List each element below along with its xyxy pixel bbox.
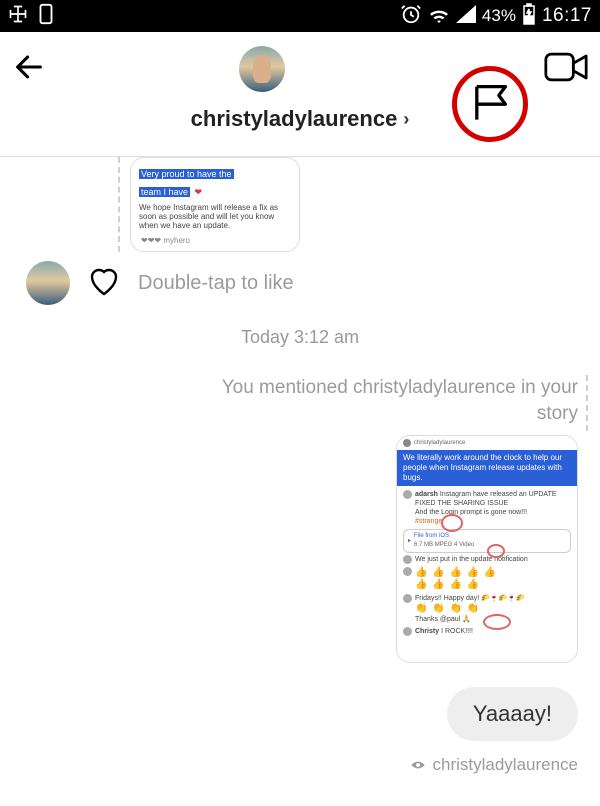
mention-indicator-line	[586, 375, 588, 431]
highlight-circle	[452, 66, 528, 142]
like-hint-text: Double-tap to like	[138, 272, 294, 295]
timestamp-label: Today 3:12 am	[0, 327, 600, 348]
battery-percent: 43%	[482, 6, 516, 26]
dm-header: christyladylaurence ›	[0, 32, 600, 157]
slack-icon	[8, 4, 28, 29]
battery-icon	[522, 3, 536, 30]
clock-time: 16:17	[542, 5, 592, 27]
story-mention-thumbnail[interactable]: christyladylaurence We literally work ar…	[396, 435, 578, 663]
signal-icon	[456, 5, 476, 28]
username-text: christyladylaurence	[191, 106, 398, 132]
wifi-icon	[428, 5, 450, 28]
back-button[interactable]	[12, 50, 46, 89]
device-icon	[38, 3, 54, 30]
story-reply-thumbnail[interactable]: Very proud to have the team I have ❤ We …	[130, 157, 300, 252]
mention-label: You mentioned christyladylaurence in you…	[218, 375, 578, 427]
chevron-right-icon: ›	[403, 109, 409, 130]
user-avatar[interactable]	[239, 46, 285, 92]
chat-area: Very proud to have the team I have ❤ We …	[0, 157, 600, 806]
status-right: 43% 16:17	[400, 3, 592, 30]
video-call-button[interactable]	[544, 49, 588, 90]
seen-username: christyladylaurence	[432, 755, 578, 775]
status-left	[8, 3, 54, 30]
message-bubble[interactable]: Yaaaay!	[447, 687, 578, 741]
alarm-icon	[400, 3, 422, 30]
seen-indicator: christyladylaurence	[410, 755, 578, 775]
android-status-bar: 43% 16:17	[0, 0, 600, 32]
reply-indicator-line	[118, 157, 120, 252]
message-text: Yaaaay!	[473, 701, 552, 726]
sender-avatar[interactable]	[26, 261, 70, 305]
like-button[interactable]	[88, 266, 120, 301]
